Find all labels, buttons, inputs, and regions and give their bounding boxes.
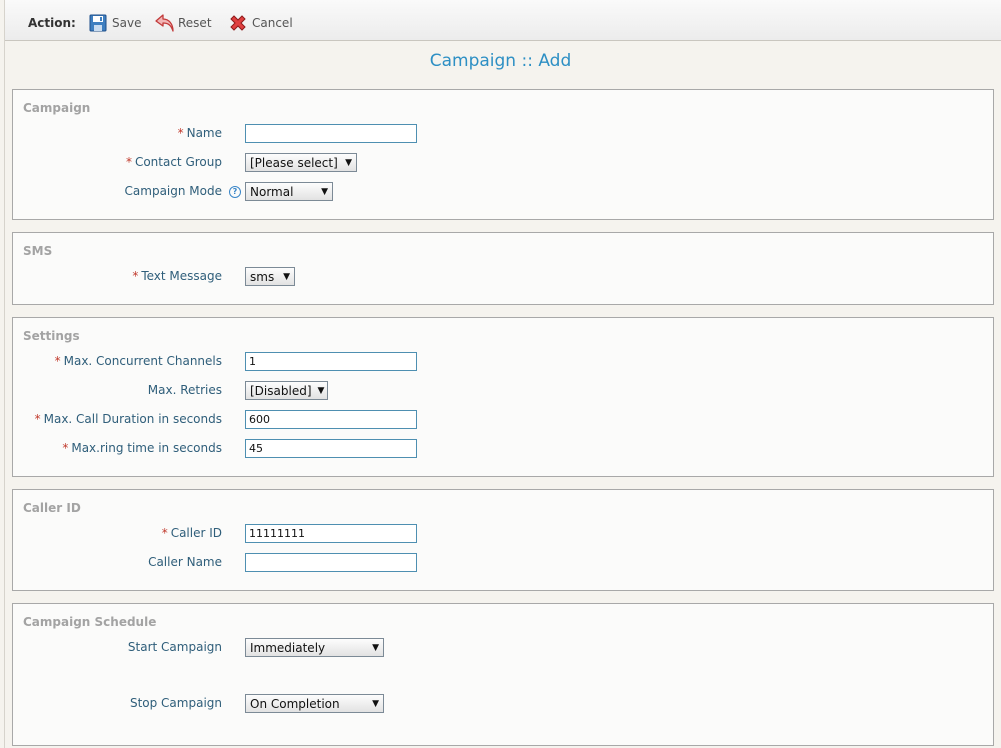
action-toolbar: Action: Save Reset Cancel: [5, 0, 1001, 41]
max-duration-input[interactable]: [245, 410, 417, 429]
campaign-mode-label: Campaign Mode: [124, 184, 222, 198]
red-x-icon: [228, 13, 248, 33]
contact-group-row: * Contact Group [Please select] ▼: [13, 153, 993, 173]
stop-campaign-select[interactable]: On Completion ▼: [245, 694, 384, 713]
stop-campaign-label: Stop Campaign: [129, 696, 222, 710]
max-duration-label: * Max. Call Duration in seconds: [34, 412, 222, 426]
section-title-settings: Settings: [23, 329, 80, 343]
caller-name-label: Caller Name: [148, 555, 222, 569]
caller-id-section: Caller ID *Caller ID Caller Name: [12, 489, 994, 591]
caller-id-row: * Caller ID: [13, 524, 993, 544]
section-title-campaign: Campaign: [23, 101, 91, 115]
contact-group-value: [Please select]: [250, 155, 338, 170]
dropdown-arrow-icon: ▼: [283, 271, 290, 282]
cancel-label: Cancel: [252, 16, 293, 30]
required-marker: *: [177, 126, 184, 140]
name-label: * Name: [177, 126, 222, 140]
dropdown-arrow-icon: ▼: [345, 157, 352, 168]
action-label: Action:: [28, 16, 76, 30]
campaign-mode-select[interactable]: Normal ▼: [245, 182, 333, 201]
max-ring-input[interactable]: [245, 439, 417, 458]
campaign-mode-row: Campaign Mode ? Normal ▼: [13, 182, 993, 202]
cancel-button[interactable]: Cancel: [228, 13, 293, 33]
start-campaign-value: Immediately: [250, 640, 326, 655]
max-channels-input[interactable]: [245, 352, 417, 371]
max-retries-value: [Disabled]: [250, 383, 312, 398]
max-duration-row: * Max. Call Duration in seconds: [13, 410, 993, 430]
dropdown-arrow-icon: ▼: [372, 642, 379, 653]
contact-group-select[interactable]: [Please select] ▼: [245, 153, 357, 172]
required-marker: *: [54, 354, 61, 368]
section-title-caller-id: Caller ID: [23, 501, 81, 515]
save-button[interactable]: Save: [88, 13, 141, 33]
text-message-row: * Text Message sms ▼: [13, 267, 993, 287]
max-retries-select[interactable]: [Disabled] ▼: [245, 381, 328, 400]
page-title: Campaign :: Add: [429, 51, 572, 71]
reset-label: Reset: [178, 16, 212, 30]
page-left-rule: [4, 0, 5, 748]
max-ring-label: * Max.ring time in seconds: [62, 441, 222, 455]
start-campaign-label: Start Campaign: [127, 640, 222, 654]
caller-name-row: Caller Name: [13, 553, 993, 573]
required-marker: *: [62, 441, 69, 455]
section-title-campaign-schedule: Campaign Schedule: [23, 615, 157, 629]
caller-id-input[interactable]: [245, 524, 417, 543]
max-ring-row: * Max.ring time in seconds: [13, 439, 993, 459]
sms-section: SMS * Text Message sms ▼: [12, 232, 994, 305]
reset-button[interactable]: Reset: [154, 13, 212, 33]
undo-arrow-icon: [154, 13, 174, 33]
caller-name-input[interactable]: [245, 553, 417, 572]
campaign-section: Campaign * Name * Contact Group [Please se…: [12, 89, 994, 220]
name-input[interactable]: [245, 124, 417, 143]
settings-section: Settings *Max. Concurrent Channels Max. …: [12, 317, 994, 477]
section-title-sms: SMS: [23, 244, 53, 258]
start-campaign-row: Start Campaign Immediately ▼: [13, 638, 993, 658]
max-retries-label: Max. Retries: [147, 383, 222, 397]
contact-group-label: * Contact Group: [125, 155, 222, 169]
dropdown-arrow-icon: ▼: [321, 186, 328, 197]
stop-campaign-value: On Completion: [250, 696, 340, 711]
required-marker: *: [125, 155, 132, 169]
stop-campaign-row: Stop Campaign On Completion ▼: [13, 694, 993, 714]
required-marker: *: [34, 412, 41, 426]
max-channels-label: * Max. Concurrent Channels: [54, 354, 222, 368]
text-message-select[interactable]: sms ▼: [245, 267, 295, 286]
name-row: * Name: [13, 124, 993, 144]
required-marker: *: [161, 526, 168, 540]
caller-id-label: * Caller ID: [161, 526, 222, 540]
text-message-value: sms: [250, 269, 275, 284]
campaign-mode-value: Normal: [250, 184, 294, 199]
save-label: Save: [112, 16, 142, 30]
max-channels-row: * Max. Concurrent Channels: [13, 352, 993, 372]
max-retries-row: Max. Retries [Disabled] ▼: [13, 381, 993, 401]
required-marker: *: [132, 269, 139, 283]
floppy-disk-icon: [88, 13, 108, 33]
question-circle-icon[interactable]: ?: [229, 186, 241, 198]
campaign-schedule-section: Campaign Schedule Start Campaign Immedia…: [12, 603, 994, 746]
start-campaign-select[interactable]: Immediately ▼: [245, 638, 384, 657]
dropdown-arrow-icon: ▼: [317, 385, 325, 396]
dropdown-arrow-icon: ▼: [372, 698, 379, 709]
text-message-label: * Text Message: [132, 269, 222, 283]
